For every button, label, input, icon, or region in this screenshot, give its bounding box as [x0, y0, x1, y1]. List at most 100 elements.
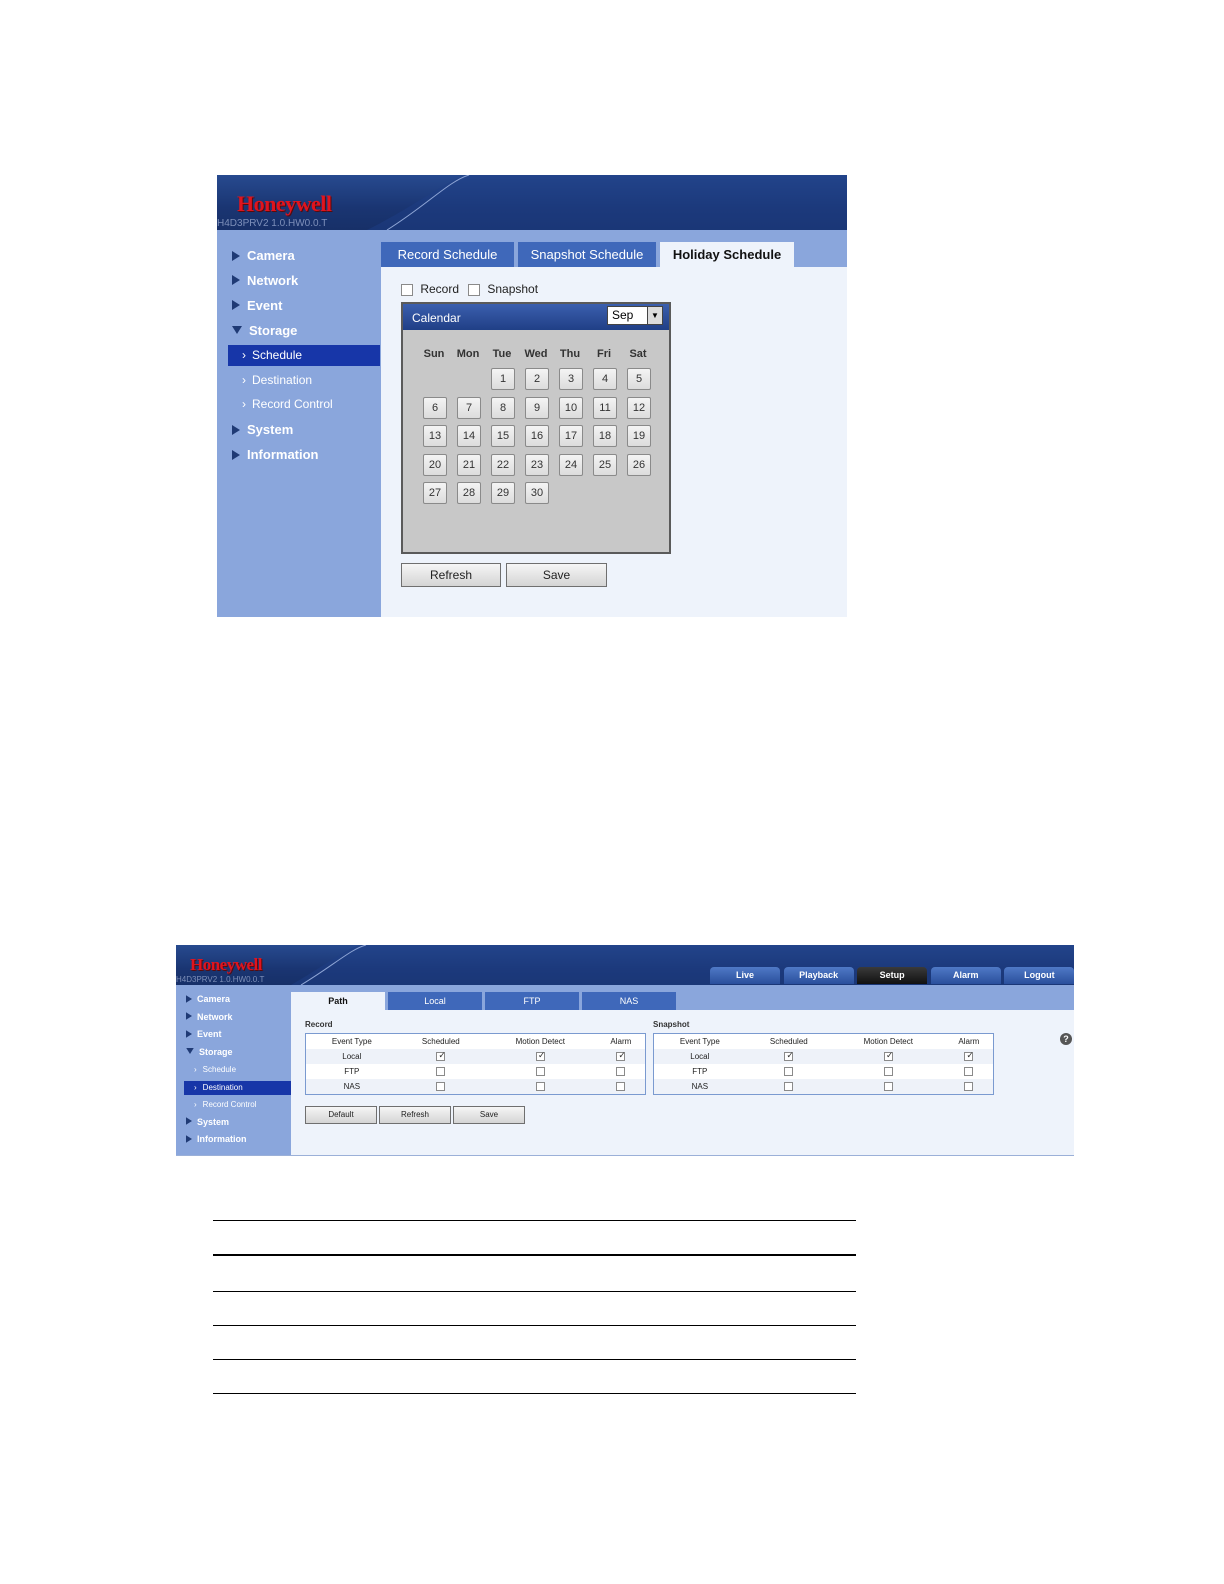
top-tab-setup[interactable]: Setup	[857, 967, 928, 984]
refresh-button[interactable]: Refresh	[379, 1106, 451, 1124]
sidebar-item-information[interactable]: Information	[185, 1134, 247, 1145]
calendar-day[interactable]: 15	[491, 425, 515, 448]
calendar-day[interactable]: 3	[559, 368, 583, 390]
destination-checkbox[interactable]	[964, 1067, 974, 1077]
tab-record-schedule[interactable]: Record Schedule	[381, 242, 514, 267]
calendar-day[interactable]: 7	[457, 396, 481, 419]
calendar-day[interactable]: 23	[525, 453, 549, 476]
top-tab-logout[interactable]: Logout	[1004, 967, 1074, 984]
sidebar-item-storage[interactable]: Storage	[232, 323, 297, 338]
top-tab-live[interactable]: Live	[710, 967, 780, 984]
destination-checkbox[interactable]	[535, 1067, 545, 1077]
sidebar-subitem-schedule[interactable]: › Schedule	[228, 344, 380, 366]
record-checkbox[interactable]	[401, 283, 413, 296]
checkbox-cell	[398, 1064, 484, 1079]
calendar-day[interactable]: 17	[559, 425, 583, 448]
sidebar-item-event[interactable]: Event	[185, 1029, 222, 1040]
weekday-thu: Thu	[559, 348, 581, 360]
sidebar-subitem-schedule[interactable]: › Schedule	[184, 1063, 291, 1077]
calendar-day[interactable]: 8	[491, 396, 515, 419]
calendar-day[interactable]: 10	[559, 396, 583, 419]
sidebar-subitem-record-control[interactable]: › Record Control	[184, 1098, 291, 1112]
tab-local[interactable]: Local	[388, 992, 482, 1010]
checkbox-cell	[945, 1064, 994, 1079]
destination-checkbox[interactable]	[535, 1082, 545, 1092]
caret-down-icon	[186, 1048, 194, 1055]
destination-checkbox[interactable]	[883, 1067, 893, 1077]
sidebar-item-network[interactable]: Network	[232, 273, 298, 288]
default-button[interactable]: Default	[305, 1106, 377, 1124]
sidebar-item-camera[interactable]: Camera	[232, 248, 295, 263]
destination-checkbox[interactable]	[784, 1067, 794, 1077]
calendar-day[interactable]: 6	[423, 396, 447, 419]
top-tab-alarm[interactable]: Alarm	[930, 967, 1001, 984]
calendar-day[interactable]: 26	[627, 453, 651, 476]
month-select[interactable]: Sep ▼	[607, 306, 663, 325]
save-button[interactable]: Save	[506, 563, 607, 587]
refresh-button[interactable]: Refresh	[401, 563, 501, 587]
sidebar-item-label: Event	[197, 1029, 222, 1039]
sidebar-item-storage[interactable]: Storage	[185, 1047, 233, 1057]
calendar-day[interactable]: 18	[593, 425, 617, 448]
calendar-day[interactable]: 11	[593, 396, 617, 419]
help-icon[interactable]: ?	[1060, 1033, 1072, 1045]
destination-checkbox[interactable]	[436, 1067, 446, 1077]
sidebar-item-network[interactable]: Network	[185, 1012, 233, 1023]
tab-nas[interactable]: NAS	[582, 992, 676, 1010]
calendar-day[interactable]: 28	[457, 482, 481, 505]
calendar-day[interactable]: 2	[525, 368, 549, 390]
honeywell-logo: Honeywell	[237, 191, 332, 216]
sidebar-item-event[interactable]: Event	[232, 298, 282, 313]
destination-checkbox[interactable]	[883, 1050, 893, 1062]
calendar-day[interactable]: 22	[491, 453, 515, 476]
chevron-down-icon[interactable]: ▼	[647, 307, 662, 324]
checkbox-cell	[745, 1049, 832, 1064]
calendar-day[interactable]: 27	[423, 482, 447, 505]
calendar-day[interactable]: 14	[457, 425, 481, 448]
calendar-day[interactable]: 16	[525, 425, 549, 448]
tab-path[interactable]: Path	[291, 992, 385, 1010]
destination-checkbox[interactable]	[883, 1082, 893, 1092]
destination-checkbox[interactable]	[616, 1082, 626, 1092]
column-header: Alarm	[958, 1037, 980, 1046]
tab-holiday-schedule[interactable]: Holiday Schedule	[660, 242, 794, 267]
calendar-day[interactable]: 20	[423, 453, 447, 476]
sidebar-item-information[interactable]: Information	[232, 447, 319, 462]
destination-checkbox[interactable]	[436, 1082, 446, 1092]
destination-checkbox[interactable]	[964, 1082, 974, 1092]
save-button[interactable]: Save	[453, 1106, 525, 1124]
sidebar-item-system[interactable]: System	[185, 1117, 229, 1128]
destination-checkbox[interactable]	[616, 1050, 626, 1062]
destination-checkbox[interactable]	[964, 1050, 974, 1062]
destination-checkbox[interactable]	[535, 1050, 545, 1062]
calendar-day[interactable]: 19	[627, 425, 651, 448]
sidebar-subitem-label: Schedule	[252, 347, 303, 362]
calendar-day[interactable]: 25	[593, 453, 617, 476]
table-row: FTP	[654, 1064, 994, 1079]
calendar-day[interactable]: 29	[491, 482, 515, 505]
snapshot-checkbox[interactable]	[468, 283, 480, 296]
calendar-day[interactable]: 12	[627, 396, 651, 419]
calendar-day[interactable]: 5	[627, 368, 651, 390]
destination-checkbox[interactable]	[616, 1067, 626, 1077]
calendar-day[interactable]: 21	[457, 453, 481, 476]
sidebar-item-camera[interactable]: Camera	[185, 994, 230, 1005]
calendar-day[interactable]: 13	[423, 425, 447, 448]
record-checkbox-label: Record	[420, 282, 460, 296]
destination-checkbox[interactable]	[436, 1050, 446, 1062]
calendar-day[interactable]: 4	[593, 368, 617, 390]
calendar-day[interactable]: 30	[525, 482, 549, 505]
calendar-day[interactable]: 1	[491, 368, 515, 390]
tab-snapshot-schedule[interactable]: Snapshot Schedule	[518, 242, 656, 267]
destination-checkbox[interactable]	[784, 1050, 794, 1062]
sidebar-subitem-record-control[interactable]: › Record Control	[228, 394, 380, 415]
sidebar-item-system[interactable]: System	[232, 422, 293, 437]
calendar-day[interactable]: 9	[525, 396, 549, 419]
caret-right-icon	[232, 250, 240, 261]
destination-checkbox[interactable]	[784, 1082, 794, 1092]
calendar-day[interactable]: 24	[559, 453, 583, 476]
top-tab-playback[interactable]: Playback	[783, 967, 854, 984]
sidebar-subitem-destination[interactable]: › Destination	[184, 1080, 291, 1095]
tab-ftp[interactable]: FTP	[485, 992, 579, 1010]
sidebar-subitem-destination[interactable]: › Destination	[228, 370, 380, 391]
